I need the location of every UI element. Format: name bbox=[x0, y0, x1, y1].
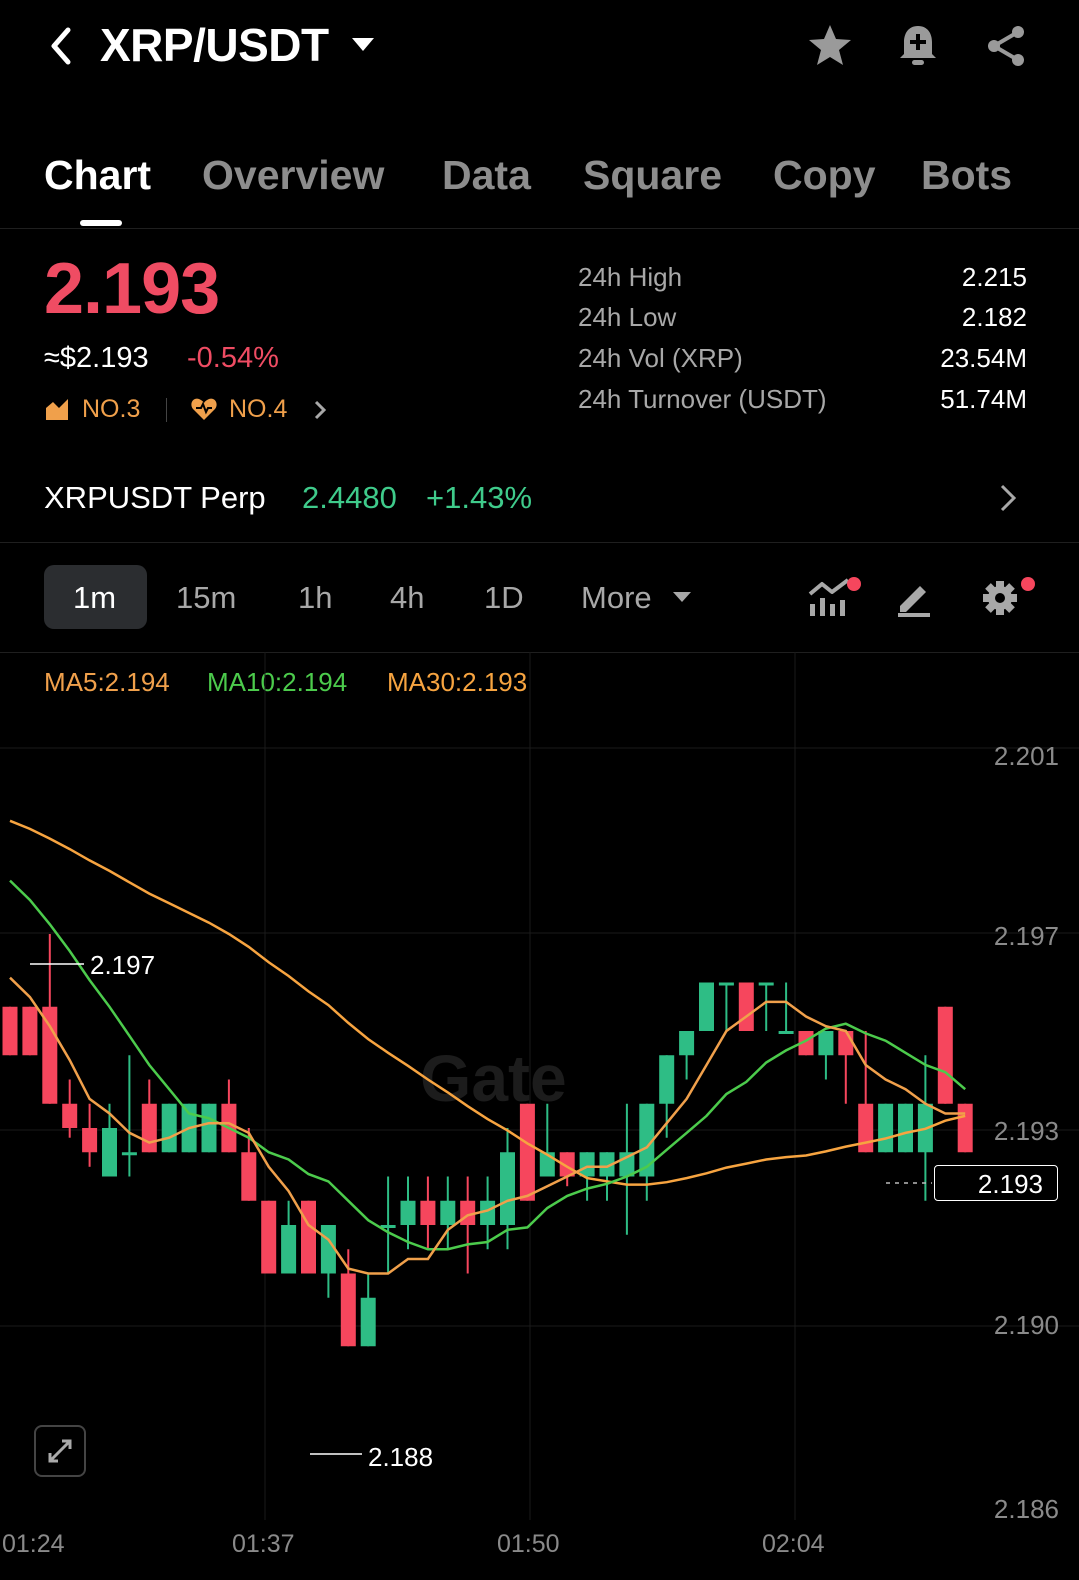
divider bbox=[0, 542, 1079, 543]
candle-body bbox=[440, 1200, 456, 1225]
candle-body bbox=[420, 1200, 436, 1225]
chevron-down-icon[interactable] bbox=[352, 38, 374, 51]
candle-body bbox=[659, 1055, 675, 1104]
candle-body bbox=[818, 1031, 834, 1056]
tab-square[interactable]: Square bbox=[583, 152, 722, 199]
x-tick-label: 01:50 bbox=[497, 1530, 560, 1558]
candle-body bbox=[380, 1225, 396, 1228]
interval-1h[interactable]: 1h bbox=[298, 580, 332, 616]
rank-favorite[interactable]: NO.4 bbox=[229, 395, 287, 424]
low-annotation: 2.188 bbox=[368, 1442, 434, 1472]
stat-value: 2.215 bbox=[961, 262, 1027, 292]
candle-body bbox=[937, 1006, 953, 1104]
stat-label: 24h High bbox=[578, 262, 683, 292]
candle-body bbox=[758, 982, 774, 986]
candle-body bbox=[82, 1128, 98, 1153]
stat-label: 24h Turnover (USDT) bbox=[578, 384, 827, 414]
candle-body bbox=[340, 1273, 356, 1347]
tab-chart[interactable]: Chart bbox=[44, 152, 151, 199]
chevron-down-icon[interactable] bbox=[673, 592, 691, 602]
interval-more[interactable]: More bbox=[581, 580, 652, 616]
tab-copy[interactable]: Copy bbox=[773, 152, 876, 199]
candle-body bbox=[121, 1152, 137, 1156]
interval-1m[interactable]: 1m bbox=[73, 580, 116, 616]
candle-body bbox=[22, 1006, 38, 1056]
fullscreen-button[interactable] bbox=[34, 1425, 86, 1477]
y-tick-label: 2.190 bbox=[993, 1310, 1059, 1340]
candle-body bbox=[957, 1103, 973, 1153]
candle-body bbox=[161, 1103, 177, 1153]
x-tick-label: 01:24 bbox=[2, 1530, 65, 1558]
x-tick-label: 02:04 bbox=[762, 1530, 825, 1558]
candle-body bbox=[838, 1031, 854, 1056]
stat-label: 24h Vol (XRP) bbox=[578, 343, 743, 373]
x-tick-label: 01:37 bbox=[232, 1530, 295, 1558]
candle-body bbox=[42, 1006, 58, 1104]
candle-body bbox=[738, 982, 754, 1031]
usd-value: ≈$2.193 bbox=[44, 342, 149, 374]
current-price-label: 2.193 bbox=[934, 1165, 1058, 1201]
candle-body bbox=[241, 1152, 257, 1201]
stat-label: 24h Low bbox=[578, 302, 677, 332]
candle-body bbox=[679, 1031, 695, 1056]
y-tick-label: 2.193 bbox=[993, 1116, 1059, 1146]
trend-rank-icon bbox=[46, 399, 68, 420]
candle-body bbox=[718, 982, 734, 986]
candle-body bbox=[141, 1103, 157, 1153]
candle-body bbox=[301, 1200, 316, 1274]
interval-1d[interactable]: 1D bbox=[484, 580, 524, 616]
back-icon[interactable] bbox=[44, 24, 80, 68]
candle-body bbox=[858, 1103, 874, 1153]
candle-body bbox=[699, 982, 714, 1031]
y-tick-label: 2.186 bbox=[993, 1494, 1059, 1524]
bell-plus-icon[interactable] bbox=[894, 22, 942, 70]
rank-separator bbox=[166, 398, 167, 422]
y-tick-label: 2.201 bbox=[993, 741, 1059, 771]
last-price: 2.193 bbox=[44, 249, 220, 329]
candle-body bbox=[2, 1006, 18, 1056]
divider bbox=[0, 228, 1079, 229]
candle-body bbox=[778, 1031, 794, 1034]
tab-overview[interactable]: Overview bbox=[202, 152, 384, 199]
draw-pen-icon[interactable] bbox=[894, 578, 934, 618]
candle-body bbox=[500, 1152, 515, 1225]
candle-body bbox=[102, 1128, 117, 1177]
y-tick-label: 2.197 bbox=[993, 921, 1059, 951]
expand-icon bbox=[48, 1439, 72, 1463]
star-icon[interactable] bbox=[806, 22, 854, 70]
candlestick-chart[interactable] bbox=[0, 652, 1079, 1522]
chevron-right-icon[interactable] bbox=[996, 482, 1020, 514]
share-icon[interactable] bbox=[982, 22, 1030, 70]
candle-body bbox=[360, 1297, 376, 1347]
perp-price: 2.4480 bbox=[302, 480, 397, 515]
heart-rank-icon bbox=[191, 398, 217, 420]
candle-body bbox=[898, 1103, 913, 1153]
stat-value: 2.182 bbox=[961, 302, 1027, 332]
perp-name[interactable]: XRPUSDT Perp bbox=[44, 480, 266, 516]
chevron-right-icon[interactable] bbox=[312, 398, 328, 422]
interval-15m[interactable]: 15m bbox=[176, 580, 236, 616]
candle-body bbox=[878, 1103, 894, 1153]
pair-title[interactable]: XRP/USDT bbox=[100, 18, 329, 72]
candle-body bbox=[519, 1103, 535, 1201]
stat-value: 51.74M bbox=[940, 384, 1027, 414]
price-change: -0.54% bbox=[187, 342, 279, 374]
candle-body bbox=[261, 1200, 277, 1274]
interval-4h[interactable]: 4h bbox=[390, 580, 424, 616]
indicators-icon[interactable] bbox=[806, 574, 862, 620]
tab-data[interactable]: Data bbox=[442, 152, 531, 199]
active-tab-indicator bbox=[80, 220, 122, 226]
candle-body bbox=[579, 1152, 595, 1177]
candle-body bbox=[62, 1103, 78, 1128]
tab-bots[interactable]: Bots bbox=[921, 152, 1012, 199]
rank-trending[interactable]: NO.3 bbox=[82, 395, 140, 424]
settings-gear-icon[interactable] bbox=[982, 574, 1040, 620]
candle-body bbox=[281, 1225, 297, 1274]
candle-body bbox=[201, 1103, 217, 1153]
stat-value: 23.54M bbox=[940, 343, 1027, 373]
perp-change: +1.43% bbox=[426, 480, 533, 515]
high-annotation: 2.197 bbox=[90, 950, 156, 980]
candle-body bbox=[400, 1200, 416, 1225]
